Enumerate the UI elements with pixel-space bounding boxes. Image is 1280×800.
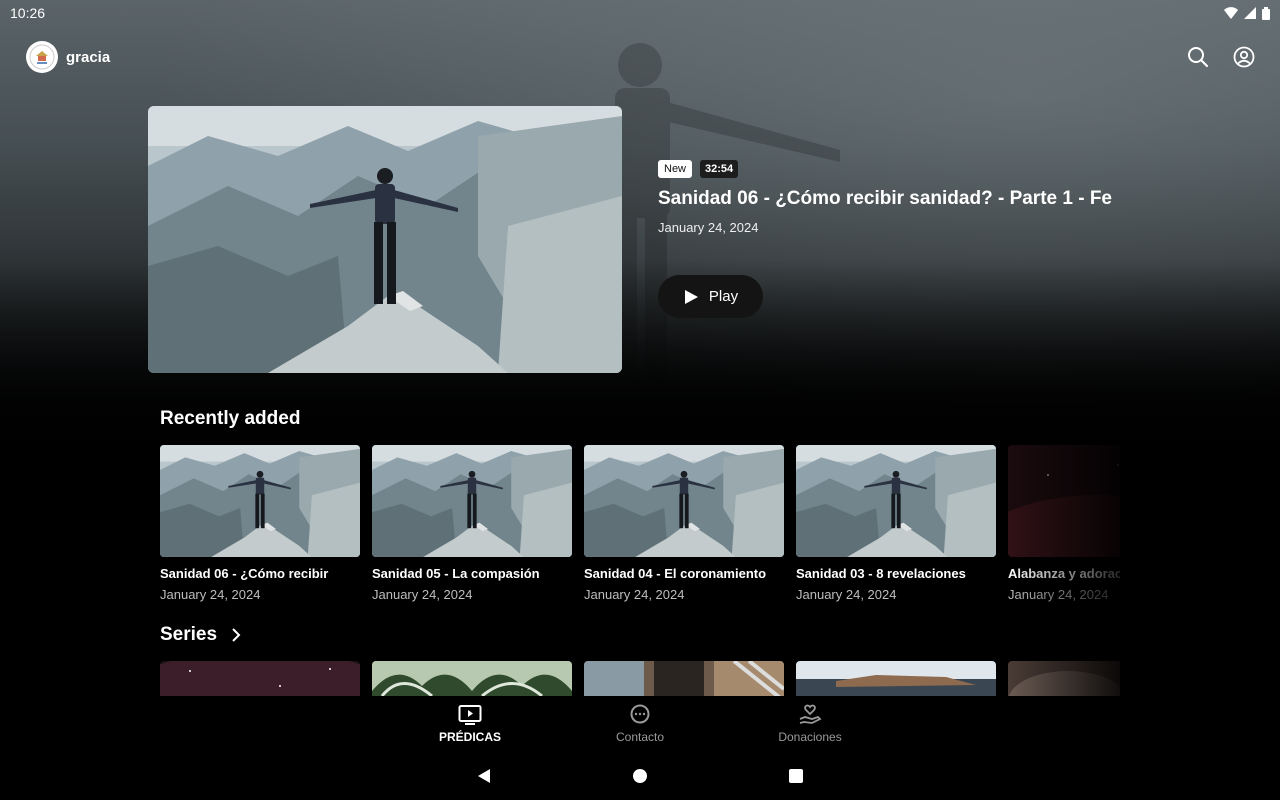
series-card[interactable] [796,661,996,696]
video-card[interactable]: Sanidad 06 - ¿Cómo recibir January 24, 2… [160,445,360,605]
hand-heart-icon [799,704,822,724]
play-icon [684,289,698,304]
nav-item-predicas[interactable]: PRÉDICAS [415,696,525,752]
nav-item-contacto[interactable]: Contacto [585,696,695,752]
series-card[interactable] [160,661,360,696]
series-row[interactable] [160,661,1120,696]
back-icon[interactable] [476,768,492,784]
video-thumbnail [160,445,360,557]
series-heading[interactable]: Series [160,624,241,646]
video-title: Sanidad 03 - 8 revelaciones [796,566,966,581]
chat-bubble-icon [630,704,650,724]
video-date: January 24, 2024 [372,587,473,602]
wifi-icon [1224,7,1238,19]
recently-added-heading: Recently added [160,408,300,430]
hero-thumbnail[interactable] [148,106,622,373]
brand[interactable]: gracia [26,41,110,73]
nav-label: Donaciones [778,730,842,744]
video-card[interactable]: Sanidad 05 - La compasión January 24, 20… [372,445,572,605]
play-button[interactable]: Play [658,275,763,318]
hero-info: New 32:54 Sanidad 06 - ¿Cómo recibir san… [658,160,1118,235]
video-title: Alabanza y adoración [1008,566,1120,581]
recently-added-title: Recently added [160,408,301,429]
nav-label: PRÉDICAS [438,730,501,744]
video-title: Sanidad 04 - El coronamiento [584,566,767,581]
signal-icon [1244,7,1256,19]
battery-icon [1262,6,1270,20]
video-card[interactable]: Sanidad 04 - El coronamiento January 24,… [584,445,784,605]
video-card[interactable]: Sanidad 03 - 8 revelaciones January 24, … [796,445,996,605]
video-card[interactable]: Alabanza y adoración January 24, 2024 [1008,445,1120,605]
hero-badges: New 32:54 [658,160,1118,178]
top-app-bar: gracia [26,40,1256,74]
video-date: January 24, 2024 [796,587,897,602]
duration-badge: 32:54 [700,160,739,178]
series-card[interactable] [372,661,572,696]
video-title: Sanidad 05 - La compasión [372,566,540,581]
video-thumbnail [584,445,784,557]
top-actions [1186,45,1256,69]
search-icon[interactable] [1186,45,1210,69]
system-navigation-bar [0,752,1280,800]
chevron-right-icon [232,628,241,642]
account-icon[interactable] [1232,45,1256,69]
video-thumbnail [372,445,572,557]
recently-added-row[interactable]: Sanidad 06 - ¿Cómo recibir January 24, 2… [160,445,1120,605]
video-thumbnail [796,445,996,557]
video-date: January 24, 2024 [160,587,261,602]
status-time: 10:26 [10,5,46,21]
play-label: Play [708,288,739,305]
church-logo-icon [26,41,58,73]
video-date: January 24, 2024 [584,587,685,602]
series-card[interactable] [584,661,784,696]
status-bar: 10:26 [0,0,1280,26]
hero-title: Sanidad 06 - ¿Cómo recibir sanidad? - Pa… [658,188,1112,209]
status-icons [1224,6,1270,20]
hero-date: January 24, 2024 [658,220,759,235]
nav-item-donaciones[interactable]: Donaciones [755,696,865,752]
video-thumbnail [1008,445,1120,557]
series-card[interactable] [1008,661,1120,696]
nav-label: Contacto [615,730,665,744]
new-badge: New [658,160,693,178]
app-name: gracia [66,48,111,66]
home-icon[interactable] [632,768,648,784]
tv-play-icon [458,705,482,725]
recents-icon[interactable] [788,768,804,784]
bottom-navigation: PRÉDICAS Contacto Donaciones [0,696,1280,752]
video-title: Sanidad 06 - ¿Cómo recibir [160,566,329,581]
video-date: January 24, 2024 [1008,587,1109,602]
series-title: Series [160,624,218,645]
